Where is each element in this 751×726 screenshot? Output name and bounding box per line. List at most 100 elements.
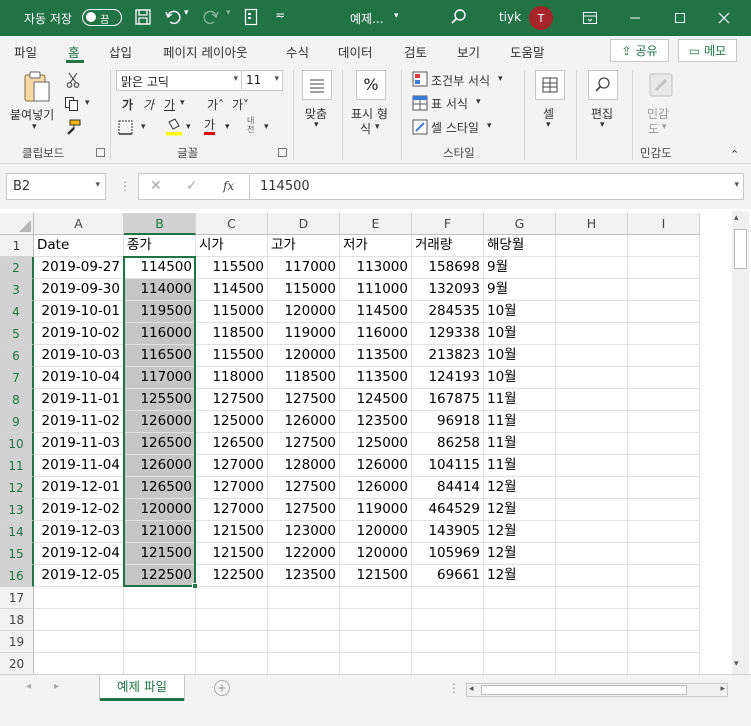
number-cell[interactable]: 123500 bbox=[340, 411, 412, 433]
font-name-select[interactable]: 맑은 고딕 ▾ bbox=[116, 70, 242, 91]
number-cell[interactable]: 132093 bbox=[412, 279, 484, 301]
paste-label[interactable]: 붙여넣기 bbox=[10, 106, 54, 123]
scroll-down-icon[interactable]: ▾ bbox=[734, 659, 739, 669]
empty-cell[interactable] bbox=[196, 609, 268, 631]
column-header[interactable]: I bbox=[628, 213, 700, 235]
number-cell[interactable]: 113000 bbox=[340, 257, 412, 279]
number-cell[interactable]: 143905 bbox=[412, 521, 484, 543]
empty-cell[interactable] bbox=[628, 631, 700, 653]
save-icon[interactable] bbox=[134, 8, 152, 26]
empty-cell[interactable] bbox=[628, 301, 700, 323]
number-cell[interactable]: 121000 bbox=[124, 521, 196, 543]
autosave-toggle[interactable]: 끔 bbox=[82, 9, 122, 26]
number-cell[interactable]: 122500 bbox=[196, 565, 268, 587]
empty-cell[interactable] bbox=[484, 631, 556, 653]
empty-cell[interactable] bbox=[628, 367, 700, 389]
number-format-label-2[interactable]: 식 bbox=[360, 120, 371, 137]
number-cell[interactable]: 69661 bbox=[412, 565, 484, 587]
horizontal-scrollbar[interactable]: ◂ ▸ bbox=[466, 683, 728, 697]
empty-cell[interactable] bbox=[412, 653, 484, 675]
empty-cell[interactable] bbox=[196, 631, 268, 653]
number-cell[interactable]: 284535 bbox=[412, 301, 484, 323]
alignment-icon[interactable] bbox=[302, 70, 332, 100]
scroll-up-icon[interactable]: ▴ bbox=[734, 213, 739, 223]
empty-cell[interactable] bbox=[628, 345, 700, 367]
row-header[interactable]: 11 bbox=[0, 455, 34, 477]
empty-cell[interactable] bbox=[484, 587, 556, 609]
borders-dropdown-icon[interactable]: ▾ bbox=[141, 122, 146, 132]
paste-icon[interactable] bbox=[22, 70, 52, 107]
empty-cell[interactable] bbox=[556, 631, 628, 653]
month-cell[interactable]: 12월 bbox=[484, 565, 556, 587]
header-cell[interactable]: 저가 bbox=[340, 235, 412, 257]
number-cell[interactable]: 114000 bbox=[124, 279, 196, 301]
paste-dropdown-icon[interactable]: ▾ bbox=[32, 122, 37, 132]
row-header[interactable]: 16 bbox=[0, 565, 34, 587]
column-header[interactable]: D bbox=[268, 213, 340, 235]
table-format-label[interactable]: 표 서식 bbox=[431, 95, 468, 112]
number-cell[interactable]: 120000 bbox=[340, 521, 412, 543]
number-cell[interactable]: 126000 bbox=[268, 411, 340, 433]
scroll-left-icon[interactable]: ◂ bbox=[469, 684, 474, 694]
fill-color-icon[interactable] bbox=[165, 118, 183, 139]
empty-cell[interactable] bbox=[340, 653, 412, 675]
row-header[interactable]: 8 bbox=[0, 389, 34, 411]
next-sheet-icon[interactable]: ▸ bbox=[54, 681, 59, 692]
month-cell[interactable]: 10월 bbox=[484, 323, 556, 345]
search-icon[interactable] bbox=[450, 8, 468, 26]
empty-cell[interactable] bbox=[628, 499, 700, 521]
number-cell[interactable]: 127000 bbox=[196, 455, 268, 477]
empty-cell[interactable] bbox=[556, 477, 628, 499]
empty-cell[interactable] bbox=[628, 543, 700, 565]
empty-cell[interactable] bbox=[340, 609, 412, 631]
sensitivity-icon[interactable] bbox=[646, 70, 676, 103]
number-cell[interactable]: 113500 bbox=[340, 367, 412, 389]
table-format-dropdown-icon[interactable]: ▾ bbox=[476, 97, 481, 107]
month-cell[interactable]: 11월 bbox=[484, 411, 556, 433]
number-cell[interactable]: 115000 bbox=[268, 279, 340, 301]
name-box[interactable]: B2 ▾ bbox=[6, 173, 106, 200]
number-cell[interactable]: 123500 bbox=[268, 565, 340, 587]
number-cell[interactable]: 116000 bbox=[124, 323, 196, 345]
empty-cell[interactable] bbox=[556, 411, 628, 433]
empty-cell[interactable] bbox=[268, 653, 340, 675]
form-icon[interactable] bbox=[244, 8, 258, 26]
date-cell[interactable]: 2019-10-04 bbox=[34, 367, 124, 389]
number-cell[interactable]: 114500 bbox=[340, 301, 412, 323]
number-cell[interactable]: 124500 bbox=[340, 389, 412, 411]
number-cell[interactable]: 126000 bbox=[124, 455, 196, 477]
number-cell[interactable]: 127000 bbox=[196, 499, 268, 521]
number-cell[interactable]: 96918 bbox=[412, 411, 484, 433]
number-cell[interactable]: 464529 bbox=[412, 499, 484, 521]
empty-cell[interactable] bbox=[412, 609, 484, 631]
clipboard-launcher-icon[interactable] bbox=[96, 148, 105, 157]
empty-cell[interactable] bbox=[628, 389, 700, 411]
editing-dropdown-icon[interactable]: ▾ bbox=[600, 120, 605, 130]
maximize-icon[interactable] bbox=[668, 6, 692, 30]
row-header[interactable]: 18 bbox=[0, 609, 34, 631]
empty-cell[interactable] bbox=[628, 235, 700, 257]
number-cell[interactable]: 118000 bbox=[196, 367, 268, 389]
row-header[interactable]: 1 bbox=[0, 235, 34, 257]
empty-cell[interactable] bbox=[556, 367, 628, 389]
number-cell[interactable]: 123000 bbox=[268, 521, 340, 543]
empty-cell[interactable] bbox=[484, 653, 556, 675]
row-header[interactable]: 10 bbox=[0, 433, 34, 455]
month-cell[interactable]: 12월 bbox=[484, 521, 556, 543]
empty-cell[interactable] bbox=[628, 411, 700, 433]
empty-cell[interactable] bbox=[268, 631, 340, 653]
shrink-font-button[interactable]: 가˅ bbox=[232, 96, 249, 113]
sheet-tab[interactable]: 예제 파일 bbox=[100, 675, 184, 701]
percent-icon[interactable]: % bbox=[356, 70, 386, 100]
fill-handle[interactable] bbox=[192, 583, 198, 589]
empty-cell[interactable] bbox=[556, 345, 628, 367]
number-cell[interactable]: 104115 bbox=[412, 455, 484, 477]
empty-cell[interactable] bbox=[628, 323, 700, 345]
empty-cell[interactable] bbox=[556, 521, 628, 543]
tab-page-layout[interactable]: 페이지 레이아웃 bbox=[163, 42, 247, 61]
number-cell[interactable]: 126500 bbox=[124, 433, 196, 455]
row-header[interactable]: 20 bbox=[0, 653, 34, 675]
header-cell[interactable]: 시가 bbox=[196, 235, 268, 257]
number-cell[interactable]: 125000 bbox=[340, 433, 412, 455]
empty-cell[interactable] bbox=[556, 565, 628, 587]
